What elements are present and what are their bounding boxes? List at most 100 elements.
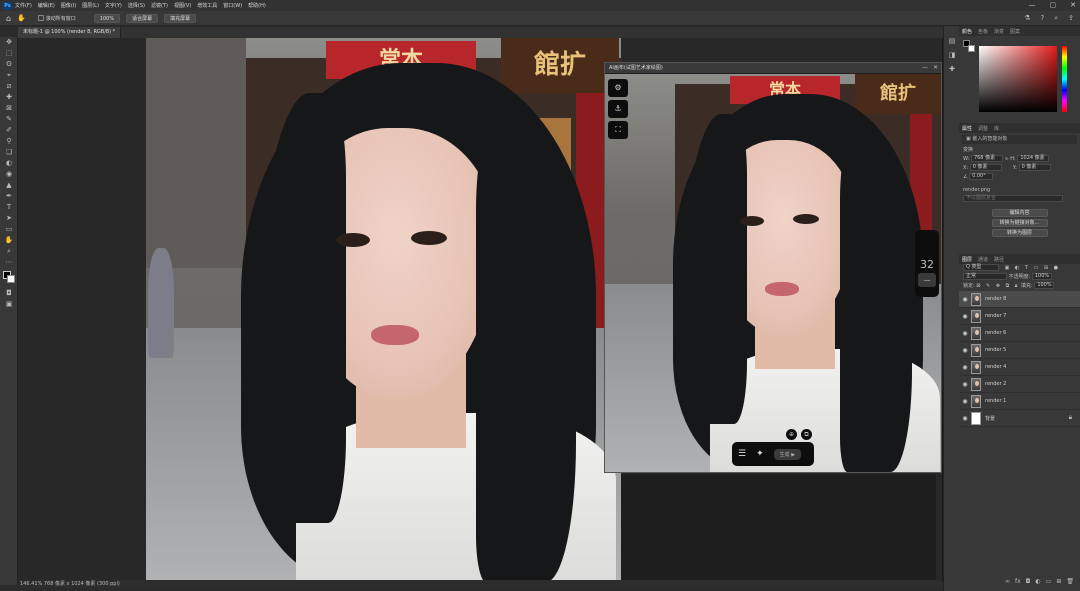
- menu-edit[interactable]: 编辑(E): [38, 2, 55, 9]
- layer-row[interactable]: ◉ render 7: [959, 308, 1080, 325]
- opacity-field[interactable]: 100%: [1031, 273, 1052, 280]
- ai-list-button[interactable]: ☰: [738, 449, 746, 459]
- history-panel-icon[interactable]: ▤: [944, 34, 960, 48]
- tab-libraries[interactable]: 库: [994, 125, 999, 132]
- menu-file[interactable]: 文件(F): [15, 2, 32, 9]
- ai-canvas-window[interactable]: AI画布(试图艺术家绘图) — ✕ 常本 館扩 ⚙ ⚓ ⛶: [604, 62, 942, 473]
- visibility-eye-icon[interactable]: ◉: [959, 398, 971, 405]
- eyedropper-tool-icon[interactable]: ⊠: [0, 103, 18, 114]
- menu-select[interactable]: 选择(S): [128, 2, 145, 9]
- menu-type[interactable]: 文字(Y): [105, 2, 122, 9]
- edit-contents-button[interactable]: 编辑内容: [991, 209, 1048, 217]
- zoom-tool-icon[interactable]: ⌕: [0, 246, 18, 257]
- hand-tool-icon[interactable]: ✋: [17, 14, 26, 22]
- layer-filter-icons[interactable]: ▣ ◐ T ▭ ⊞ ●: [1005, 265, 1060, 271]
- link-icon[interactable]: ∞: [1005, 156, 1009, 162]
- visibility-eye-icon[interactable]: ◉: [959, 415, 971, 422]
- lasso-tool-icon[interactable]: ʘ: [0, 59, 18, 70]
- fill-field[interactable]: 100%: [1034, 282, 1055, 289]
- tab-swatches[interactable]: 色板: [978, 28, 988, 35]
- lock-icons[interactable]: ⊠ ✎ ✥ ⧉ 🔒︎: [976, 283, 1019, 289]
- panel-background-swatch[interactable]: [968, 45, 975, 52]
- layer-row[interactable]: ◉ render 8: [959, 291, 1080, 308]
- ai-zoom-minus-button[interactable]: —: [918, 273, 936, 287]
- brush-tool-icon[interactable]: ✐: [0, 125, 18, 136]
- layer-kind-select[interactable]: Q 类型: [963, 264, 999, 271]
- quick-select-tool-icon[interactable]: ⌖: [0, 70, 18, 81]
- rectangle-tool-icon[interactable]: ▭: [0, 224, 18, 235]
- blend-mode-select[interactable]: 正常: [963, 273, 1007, 280]
- visibility-eye-icon[interactable]: ◉: [959, 364, 971, 371]
- zoom-level-field[interactable]: 100%: [93, 13, 121, 23]
- layer-row[interactable]: ◉ render 1: [959, 393, 1080, 410]
- screen-mode-icon[interactable]: ▣: [0, 299, 18, 310]
- document-tab[interactable]: 未标题-1 @ 100% (render 8, RGB/8) *: [18, 27, 122, 38]
- hand-tool-icon[interactable]: ✋: [0, 235, 18, 246]
- menu-filter[interactable]: 滤镜(T): [151, 2, 168, 9]
- menu-layer[interactable]: 图层(L): [82, 2, 99, 9]
- tab-gradients[interactable]: 渐变: [994, 28, 1004, 35]
- x-field[interactable]: 0 像素: [969, 164, 1002, 171]
- visibility-eye-icon[interactable]: ◉: [959, 296, 971, 303]
- path-select-tool-icon[interactable]: ➤: [0, 213, 18, 224]
- menu-window[interactable]: 窗口(W): [223, 2, 242, 9]
- maximize-icon[interactable]: ▢: [1050, 1, 1057, 9]
- marquee-tool-icon[interactable]: ⬚: [0, 48, 18, 59]
- crop-tool-icon[interactable]: ⧄: [0, 81, 18, 92]
- ai-sparkle-button[interactable]: ✦: [756, 449, 764, 459]
- tab-adjustments[interactable]: 调整: [978, 125, 988, 132]
- adjustment-layer-icon[interactable]: ◐: [1035, 578, 1040, 587]
- frame-tool-icon[interactable]: ✚: [0, 92, 18, 103]
- search-icon[interactable]: ⌕: [1054, 14, 1058, 23]
- width-field[interactable]: 768 像素: [970, 155, 1003, 162]
- history-brush-tool-icon[interactable]: ❏: [0, 147, 18, 158]
- color-swatches[interactable]: [0, 268, 17, 288]
- tab-paths[interactable]: 路径: [994, 256, 1004, 263]
- add-mask-icon[interactable]: ◘: [1026, 578, 1031, 587]
- clone-stamp-tool-icon[interactable]: ⚲: [0, 136, 18, 147]
- pen-tool-icon[interactable]: ✒: [0, 191, 18, 202]
- visibility-eye-icon[interactable]: ◉: [959, 381, 971, 388]
- healing-tool-icon[interactable]: ✎: [0, 114, 18, 125]
- ai-add-circle-button[interactable]: ⊕: [786, 429, 797, 440]
- ai-copy-circle-button[interactable]: ⧉: [801, 429, 812, 440]
- fit-screen-button[interactable]: 适合屏幕: [126, 13, 159, 23]
- hue-slider[interactable]: [1062, 46, 1067, 112]
- quick-mask-icon[interactable]: ◘: [0, 288, 18, 299]
- ai-window-close-icon[interactable]: ✕: [933, 63, 938, 73]
- menu-image[interactable]: 图像(I): [61, 2, 76, 9]
- tab-color[interactable]: 颜色: [962, 28, 972, 35]
- layer-row[interactable]: ◉ render 5: [959, 342, 1080, 359]
- color-picker-field[interactable]: [979, 46, 1057, 112]
- share-icon[interactable]: ⇪: [1068, 14, 1074, 23]
- move-tool-icon[interactable]: ✥: [0, 37, 18, 48]
- menu-view[interactable]: 视图(V): [174, 2, 191, 9]
- eraser-tool-icon[interactable]: ◐: [0, 158, 18, 169]
- plugin-panel-icon[interactable]: ✚: [944, 62, 960, 76]
- delete-layer-icon[interactable]: 🗑︎: [1066, 578, 1074, 587]
- new-group-icon[interactable]: ▭: [1046, 578, 1052, 587]
- tab-patterns[interactable]: 图案: [1010, 28, 1020, 35]
- tab-properties[interactable]: 属性: [962, 125, 972, 132]
- visibility-eye-icon[interactable]: ◉: [959, 330, 971, 337]
- layer-row[interactable]: ◉ render 6: [959, 325, 1080, 342]
- link-layers-icon[interactable]: ∞: [1005, 578, 1010, 587]
- tab-channels[interactable]: 通道: [978, 256, 988, 263]
- layer-row[interactable]: ◉ render 4: [959, 359, 1080, 376]
- flask-icon[interactable]: ⚗: [1024, 14, 1030, 23]
- help-icon[interactable]: ?: [1040, 14, 1044, 23]
- minimize-icon[interactable]: —: [1029, 1, 1036, 9]
- ai-anchor-button[interactable]: ⚓: [608, 100, 628, 118]
- convert-layers-button[interactable]: 转换为图层: [991, 229, 1048, 237]
- menu-plugins[interactable]: 增效工具: [197, 2, 217, 9]
- more-tools-icon[interactable]: ⋯: [0, 257, 18, 268]
- ai-zoom-slider[interactable]: 32 —: [915, 230, 939, 297]
- ai-window-titlebar[interactable]: AI画布(试图艺术家绘图) — ✕: [605, 63, 941, 73]
- convert-linked-button[interactable]: 转换为链接对象...: [991, 219, 1048, 227]
- ai-fullscreen-button[interactable]: ⛶: [608, 121, 628, 139]
- gradient-tool-icon[interactable]: ◉: [0, 169, 18, 180]
- y-field[interactable]: 0 像素: [1018, 164, 1051, 171]
- layer-row[interactable]: ◉ 背景 🔒︎: [959, 410, 1080, 427]
- ai-window-minimize-icon[interactable]: —: [922, 63, 928, 73]
- visibility-eye-icon[interactable]: ◉: [959, 313, 971, 320]
